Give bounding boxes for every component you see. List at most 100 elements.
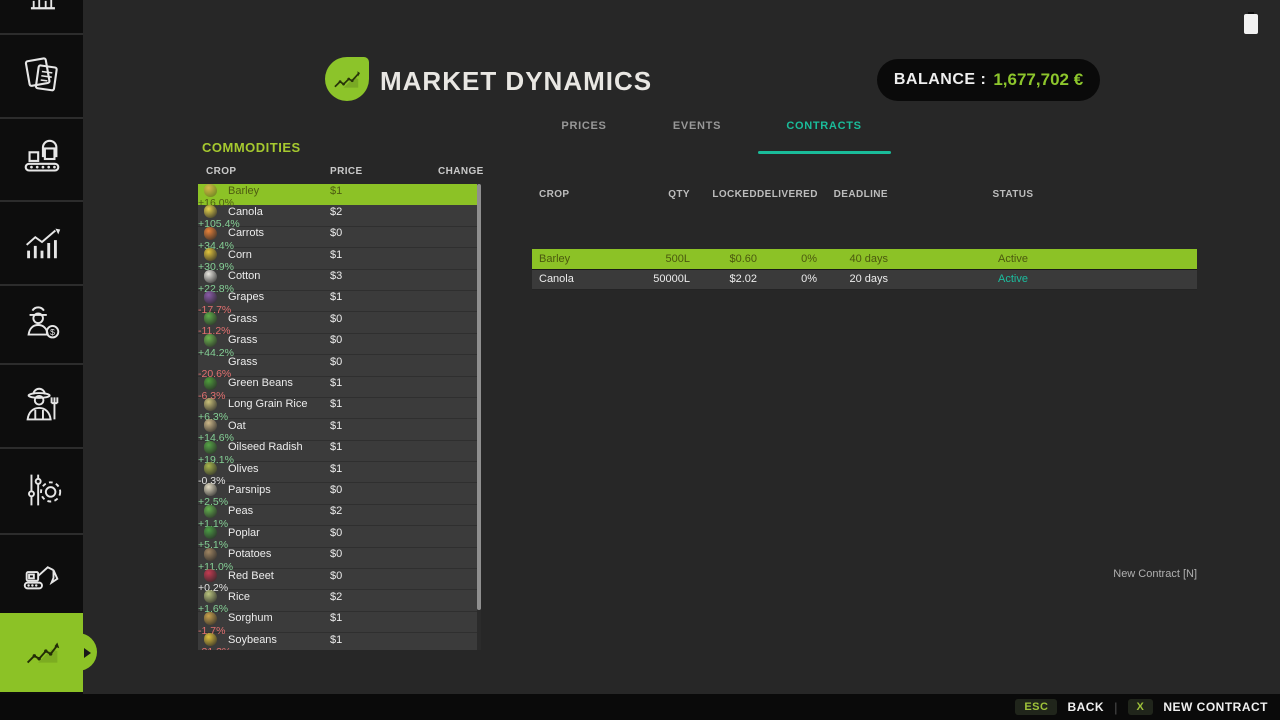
commodities-col-crop: CROP xyxy=(198,166,330,177)
oilseed-radish-icon xyxy=(204,441,217,454)
commodity-price: $0 xyxy=(330,548,478,560)
commodity-price: $1 xyxy=(330,463,478,475)
contracts-col-crop: CROP xyxy=(532,189,625,200)
rice-icon xyxy=(204,590,217,603)
commodity-row-oat[interactable]: Oat$1+14.6% xyxy=(198,419,478,440)
commodity-row-potatoes[interactable]: Potatoes$0+11.0% xyxy=(198,548,478,569)
commodity-row-peas[interactable]: Peas$2+1.1% xyxy=(198,505,478,526)
footer-separator: | xyxy=(1114,700,1117,715)
commodity-row-sorghum[interactable]: Sorghum$1-1.7% xyxy=(198,612,478,633)
commodity-name: Red Beet xyxy=(228,570,330,582)
commodity-price: $0 xyxy=(330,484,478,496)
commodity-row-long-grain-rice[interactable]: Long Grain Rice$1+6.3% xyxy=(198,398,478,419)
commodity-price: $1 xyxy=(330,420,478,432)
sidebar-item-statistics[interactable] xyxy=(0,200,83,281)
sidebar-item-finances[interactable]: $ xyxy=(0,284,83,363)
commodity-row-grass[interactable]: Grass$0-20.6% xyxy=(198,355,478,376)
commodity-price: $1 xyxy=(330,185,478,197)
tab-contracts[interactable]: CONTRACTS xyxy=(786,120,861,132)
commodity-row-barley[interactable]: Barley$1+16.0% xyxy=(198,184,478,205)
finances-icon: $ xyxy=(19,302,65,348)
battery-icon xyxy=(1244,14,1258,34)
svg-text:$: $ xyxy=(50,327,55,337)
contracts-col-deadline: DEADLINE xyxy=(817,189,888,200)
cotton-icon xyxy=(204,270,217,283)
canola-icon xyxy=(204,205,217,218)
statistics-icon xyxy=(19,219,65,265)
sidebar-item-market-dynamics[interactable] xyxy=(0,613,83,692)
commodity-price: $0 xyxy=(330,313,478,325)
commodity-row-rice[interactable]: Rice$2+1.6% xyxy=(198,590,478,611)
commodity-name: Oat xyxy=(228,420,330,432)
contracts-col-delivered: DELIVERED xyxy=(757,189,817,200)
balance-pill: BALANCE : 1,677,702 € xyxy=(877,59,1100,101)
commodity-row-oilseed-radish[interactable]: Oilseed Radish$1+19.1% xyxy=(198,441,478,462)
commodity-price: $2 xyxy=(330,591,478,603)
contract-crop: Canola xyxy=(532,273,625,285)
red-beet-icon xyxy=(204,569,217,582)
contracts-col-qty: QTY xyxy=(625,189,690,200)
commodity-name: Oilseed Radish xyxy=(228,441,330,453)
sidebar-item-settings[interactable] xyxy=(0,447,83,530)
contract-qty: 500L xyxy=(625,253,690,265)
commodity-price: $1 xyxy=(330,291,478,303)
commodities-col-change: CHANGE xyxy=(438,166,484,177)
commodity-row-grass[interactable]: Grass$0+44.2% xyxy=(198,334,478,355)
commodity-name: Rice xyxy=(228,591,330,603)
contract-row-canola[interactable]: Canola50000L$2.020%20 daysActive xyxy=(532,270,1197,291)
back-button[interactable]: BACK xyxy=(1067,700,1104,714)
commodity-price: $1 xyxy=(330,398,478,410)
tab-prices[interactable]: PRICES xyxy=(561,120,606,132)
commodity-row-grapes[interactable]: Grapes$1-17.7% xyxy=(198,291,478,312)
commodity-name: Soybeans xyxy=(228,634,330,646)
commodity-row-red-beet[interactable]: Red Beet$0+0.2% xyxy=(198,569,478,590)
commodity-name: Grass xyxy=(228,313,330,325)
sorghum-icon xyxy=(204,612,217,625)
new-contract-button[interactable]: NEW CONTRACT xyxy=(1163,700,1268,714)
commodity-row-soybeans[interactable]: Soybeans$1-31.3% xyxy=(198,633,478,650)
commodities-header-row: CROP PRICE CHANGE xyxy=(198,163,478,179)
commodity-row-green-beans[interactable]: Green Beans$1-6.3% xyxy=(198,377,478,398)
market-dynamics-logo xyxy=(325,57,369,101)
production-icon xyxy=(19,136,65,182)
commodity-price: $1 xyxy=(330,441,478,453)
farmer-icon xyxy=(19,383,65,429)
commodity-row-carrots[interactable]: Carrots$0+34.4% xyxy=(198,227,478,248)
documents-icon xyxy=(19,52,65,98)
commodity-row-grass[interactable]: Grass$0-11.2% xyxy=(198,312,478,333)
contracts-table: Barley500L$0.600%40 daysActiveCanola5000… xyxy=(532,249,1197,290)
commodity-row-canola[interactable]: Canola$2+105.4% xyxy=(198,205,478,226)
oat-icon xyxy=(204,419,217,432)
sidebar-item-top-partial[interactable] xyxy=(0,0,83,30)
footer-bar: ESC BACK | X NEW CONTRACT xyxy=(0,694,1280,720)
grass-icon xyxy=(204,312,217,325)
sidebar-item-documents[interactable] xyxy=(0,33,83,114)
olives-icon xyxy=(204,462,217,475)
commodity-price: $0 xyxy=(330,227,478,239)
commodities-section-title: COMMODITIES xyxy=(202,140,301,155)
settings-icon xyxy=(19,467,65,513)
contract-delivered: 0% xyxy=(757,273,817,285)
sidebar: $ xyxy=(0,0,83,694)
logo-chart-icon xyxy=(328,60,366,98)
commodity-price: $1 xyxy=(330,634,478,646)
commodity-row-olives[interactable]: Olives$1-0.3% xyxy=(198,462,478,483)
green-beans-icon xyxy=(204,377,217,390)
commodity-row-parsnips[interactable]: Parsnips$0+2.5% xyxy=(198,483,478,504)
contract-row-barley[interactable]: Barley500L$0.600%40 daysActive xyxy=(532,249,1197,270)
commodities-scrollbar[interactable] xyxy=(477,184,481,650)
sidebar-item-construction[interactable] xyxy=(0,533,83,613)
commodity-row-corn[interactable]: Corn$1+30.9% xyxy=(198,248,478,269)
commodities-scrollbar-thumb[interactable] xyxy=(477,184,481,610)
tab-events[interactable]: EVENTS xyxy=(673,120,721,132)
sidebar-item-farmers[interactable] xyxy=(0,363,83,447)
sidebar-item-production[interactable] xyxy=(0,117,83,198)
balance-label: BALANCE : xyxy=(894,71,987,89)
peas-icon xyxy=(204,505,217,518)
commodity-price: $0 xyxy=(330,527,478,539)
commodity-row-poplar[interactable]: Poplar$0+5.1% xyxy=(198,526,478,547)
commodity-name: Potatoes xyxy=(228,548,330,560)
carrots-icon xyxy=(204,227,217,240)
commodity-row-cotton[interactable]: Cotton$3+22.8% xyxy=(198,270,478,291)
contracts-header-row: CROP QTY LOCKED DELIVERED DEADLINE STATU… xyxy=(532,187,1197,201)
